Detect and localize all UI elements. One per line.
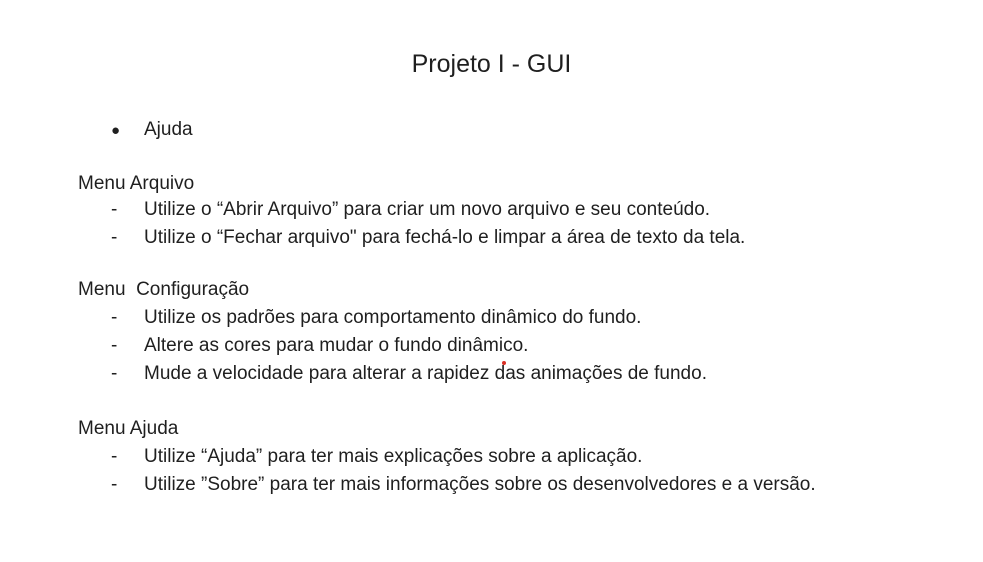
- list-item: - Utilize o “Fechar arquivo" para fechá-l…: [111, 227, 745, 249]
- dash-marker: -: [111, 363, 118, 384]
- list-item-text: Altere as cores para mudar o fundo dinâm…: [144, 335, 529, 356]
- dash-marker: -: [111, 199, 118, 220]
- list-item: - Utilize “Ajuda” para ter mais explicaçõ…: [111, 446, 642, 468]
- dash-marker: -: [111, 335, 118, 356]
- page-title: Projeto I - GUI: [411, 50, 572, 78]
- list-item-text: Utilize os padrões para comportamento di…: [144, 307, 642, 328]
- section-heading-arquivo: Menu Arquivo: [78, 173, 195, 194]
- section-heading-configuracao: Menu Configuração: [78, 279, 250, 300]
- bullet-item-ajuda: ● Ajuda: [111, 119, 193, 142]
- list-item: - Mude a velocidade para alterar a rapide…: [111, 363, 707, 385]
- list-item-text: Utilize o “Fechar arquivo" para fechá-lo…: [144, 227, 746, 248]
- list-item: - Utilize o “Abrir Arquivo” para criar um…: [111, 199, 710, 221]
- dash-marker: -: [111, 307, 118, 328]
- section-heading-ajuda: Menu Ajuda: [78, 418, 179, 439]
- list-item: - Altere as cores para mudar o fundo dinâ…: [111, 335, 528, 357]
- list-item-text: Utilize ”Sobre” para ter mais informaçõe…: [144, 474, 816, 495]
- bullet-item-label: Ajuda: [144, 119, 193, 140]
- list-item-text: Utilize o “Abrir Arquivo” para criar um …: [144, 199, 711, 220]
- cursor-marker-icon: [502, 361, 506, 365]
- list-item-text: Utilize “Ajuda” para ter mais explicaçõe…: [144, 446, 643, 467]
- dash-marker: -: [111, 446, 118, 467]
- list-item: - Utilize ”Sobre” para ter mais informaçõ…: [111, 474, 816, 496]
- list-item-text: Mude a velocidade para alterar a rapidez…: [144, 363, 707, 384]
- dash-marker: -: [111, 474, 118, 495]
- dash-marker: -: [111, 227, 118, 248]
- list-item: - Utilize os padrões para comportamento d…: [111, 307, 641, 329]
- bullet-dot-icon: ●: [111, 122, 121, 139]
